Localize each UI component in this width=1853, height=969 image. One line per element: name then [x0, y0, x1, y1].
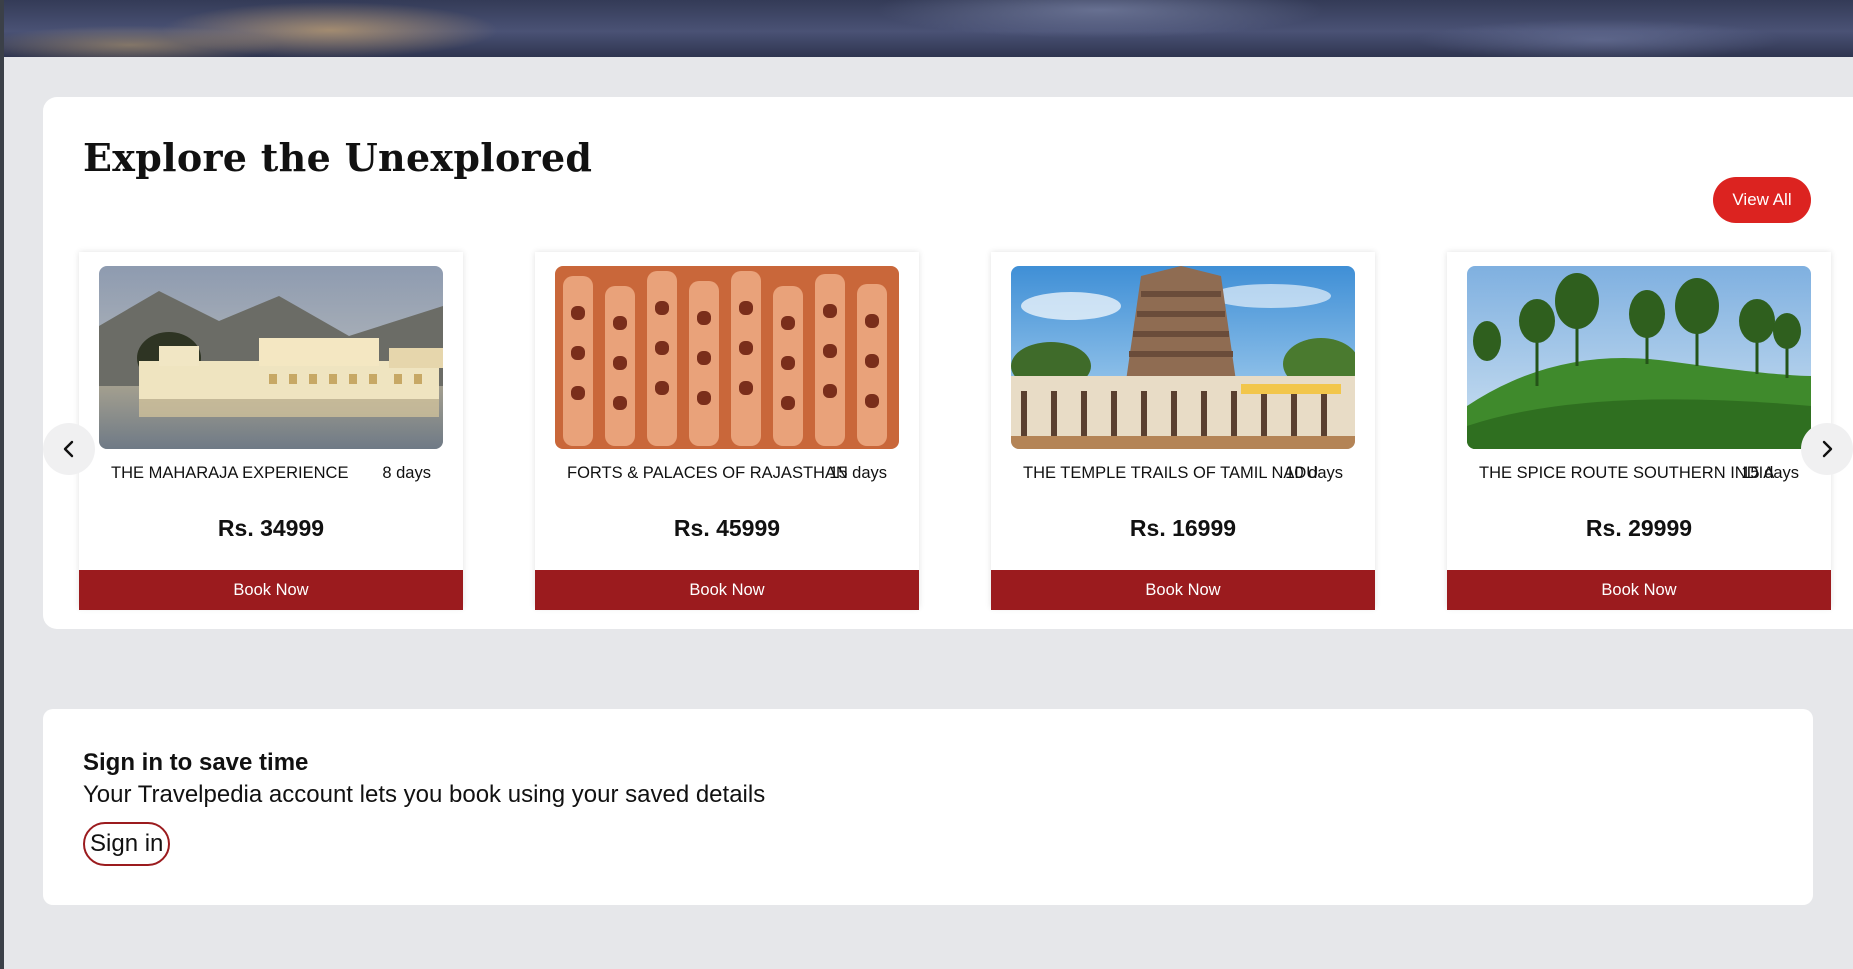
tour-name: THE SPICE ROUTE SOUTHERN INDIA: [1479, 464, 1775, 482]
chevron-left-icon: [59, 439, 79, 459]
tour-name: FORTS & PALACES OF RAJASTHAN: [567, 464, 848, 482]
hero-banner-image: [0, 0, 1853, 57]
tour-name: THE TEMPLE TRAILS OF TAMIL NADU: [1023, 464, 1319, 482]
sign-in-button[interactable]: Sign in: [83, 822, 171, 866]
lake-palace-photo[interactable]: [99, 266, 443, 449]
tour-name: THE MAHARAJA EXPERIENCE: [111, 464, 349, 482]
tour-price: Rs. 34999: [217, 515, 325, 541]
tea-plantation-photo[interactable]: [1467, 266, 1811, 449]
window-edge: [0, 0, 4, 969]
temple-gopuram-photo[interactable]: [1011, 266, 1355, 449]
explore-section: Explore the Unexplored View All THE MAHA…: [43, 97, 1853, 629]
tour-duration: 10 days: [1285, 464, 1343, 482]
tour-duration: 15 days: [1741, 464, 1799, 482]
signin-title: Sign in to save time: [83, 749, 309, 776]
tour-duration: 15 days: [829, 464, 887, 482]
tour-card: THE SPICE ROUTE SOUTHERN INDIA 15 days R…: [1447, 252, 1831, 610]
book-now-button[interactable]: Book Now: [79, 570, 463, 610]
hawa-mahal-photo[interactable]: [555, 266, 899, 449]
tour-card: THE TEMPLE TRAILS OF TAMIL NADU 10 days …: [991, 252, 1375, 610]
tour-duration: 8 days: [382, 464, 431, 482]
book-now-button[interactable]: Book Now: [991, 570, 1375, 610]
tour-price: Rs. 16999: [1129, 515, 1237, 541]
section-title: Explore the Unexplored: [83, 135, 593, 180]
book-now-button[interactable]: Book Now: [1447, 570, 1831, 610]
book-now-button[interactable]: Book Now: [535, 570, 919, 610]
chevron-right-icon: [1817, 439, 1837, 459]
tour-carousel: THE MAHARAJA EXPERIENCE 8 days Rs. 34999…: [43, 252, 1853, 627]
signin-section: Sign in to save time Your Travelpedia ac…: [43, 709, 1813, 905]
tour-price: Rs. 29999: [1585, 515, 1693, 541]
carousel-next-button[interactable]: [1801, 423, 1853, 475]
view-all-button[interactable]: View All: [1713, 177, 1811, 223]
signin-description: Your Travelpedia account lets you book u…: [83, 781, 766, 808]
tour-card: FORTS & PALACES OF RAJASTHAN 15 days Rs.…: [535, 252, 919, 610]
carousel-prev-button[interactable]: [43, 423, 95, 475]
tour-price: Rs. 45999: [673, 515, 781, 541]
tour-card: THE MAHARAJA EXPERIENCE 8 days Rs. 34999…: [79, 252, 463, 610]
